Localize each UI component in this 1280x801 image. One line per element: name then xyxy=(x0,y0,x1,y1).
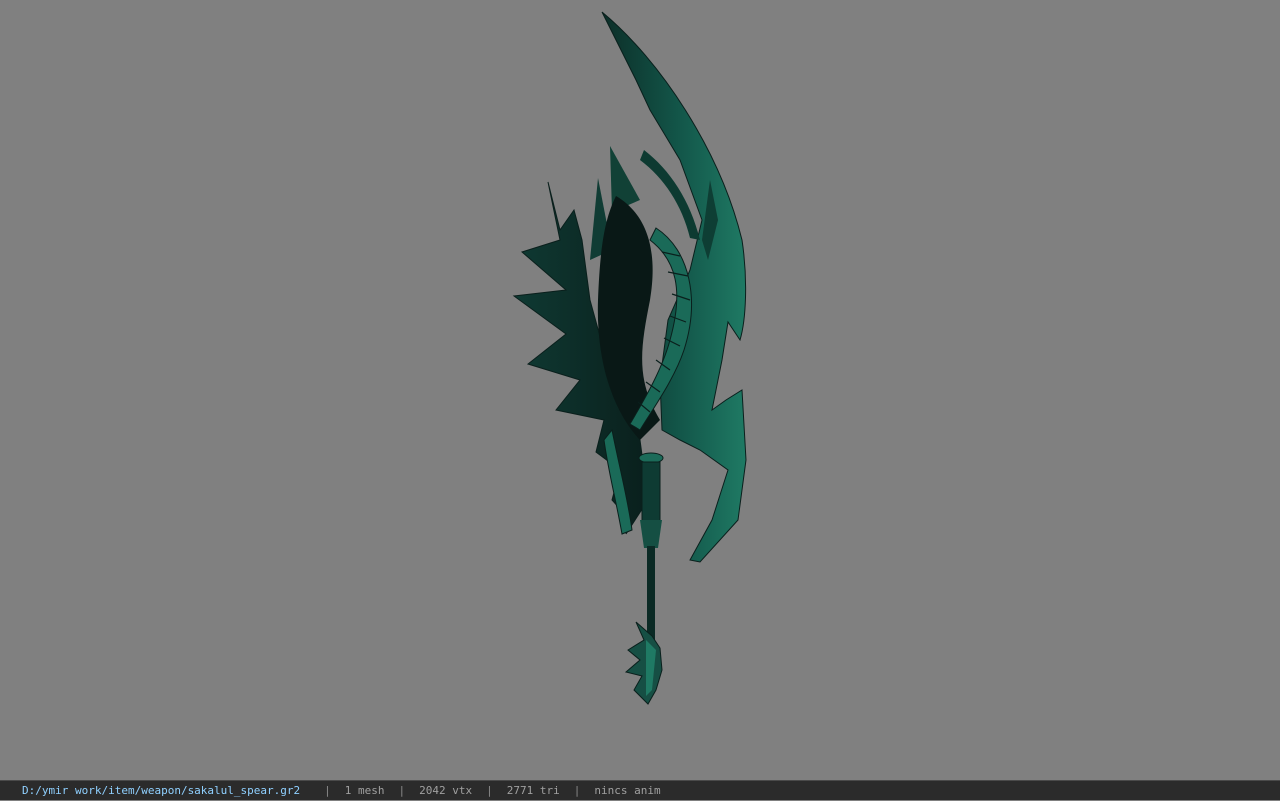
status-bar: D:/ymir work/item/weapon/sakalul_spear.g… xyxy=(0,780,1280,800)
file-path-label: D:/ymir work/item/weapon/sakalul_spear.g… xyxy=(22,783,301,797)
animation-label: nincs anim xyxy=(594,783,661,797)
3d-viewport[interactable] xyxy=(0,0,1280,780)
separator: | xyxy=(398,783,406,797)
separator: | xyxy=(573,783,581,797)
vertex-count-label: 2042 vtx xyxy=(419,783,473,797)
mesh-count-label: 1 mesh xyxy=(344,783,385,797)
triangle-count-label: 2771 tri xyxy=(506,783,560,797)
separator: | xyxy=(324,783,331,797)
separator: | xyxy=(486,783,493,797)
spear-model-icon xyxy=(512,11,747,705)
